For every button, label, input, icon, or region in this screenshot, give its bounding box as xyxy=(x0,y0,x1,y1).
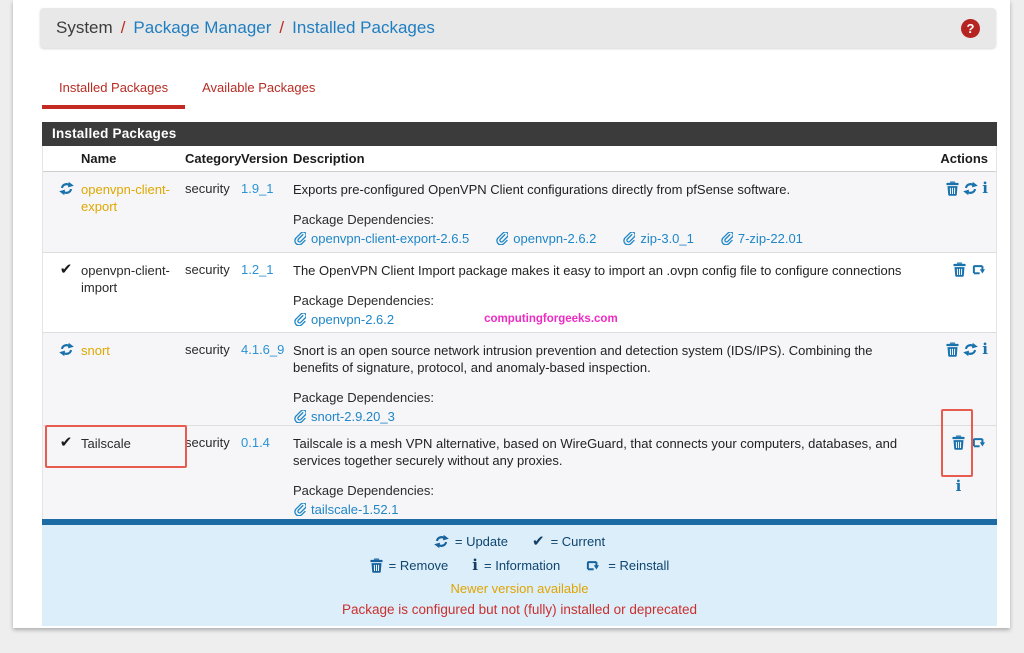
paperclip-icon xyxy=(293,410,306,423)
version-link[interactable]: 0.1.4 xyxy=(241,435,270,450)
panel-title: Installed Packages xyxy=(42,122,997,146)
trash-icon xyxy=(370,558,383,573)
package-category: security xyxy=(185,342,241,425)
column-header-version: Version xyxy=(241,151,293,166)
package-category: security xyxy=(185,435,241,519)
breadcrumb: System / Package Manager / Installed Pac… xyxy=(40,8,996,48)
reinstall-icon[interactable] xyxy=(970,435,988,476)
tab-available-packages[interactable]: Available Packages xyxy=(185,68,332,107)
dependencies-label: Package Dependencies: xyxy=(293,212,912,228)
update-status-icon xyxy=(59,181,74,196)
legend: = Update ✔ = Current = Remove i = Inform… xyxy=(42,525,997,626)
column-header-description: Description xyxy=(293,151,926,166)
legend-update: = Update xyxy=(434,534,508,549)
legend-current: ✔ = Current xyxy=(532,534,605,549)
information-icon[interactable]: i xyxy=(982,181,988,196)
package-description: Tailscale is a mesh VPN alternative, bas… xyxy=(293,435,912,469)
tab-installed-packages[interactable]: Installed Packages xyxy=(42,68,185,107)
legend-reinstall: = Reinstall xyxy=(584,558,669,573)
update-icon[interactable] xyxy=(963,181,978,196)
paperclip-icon xyxy=(293,313,306,326)
breadcrumb-separator: / xyxy=(279,18,284,38)
breadcrumb-system: System xyxy=(56,18,113,38)
update-icon xyxy=(434,534,449,549)
current-status-icon: ✔ xyxy=(60,434,73,451)
package-category: security xyxy=(185,262,241,332)
update-status-icon xyxy=(59,342,74,357)
update-icon[interactable] xyxy=(963,342,978,357)
dependency-link[interactable]: snort-2.9.20_3 xyxy=(293,408,395,425)
help-icon[interactable]: ? xyxy=(961,19,980,38)
remove-icon[interactable] xyxy=(952,435,965,476)
column-header-name: Name xyxy=(81,151,185,166)
remove-icon[interactable] xyxy=(946,181,959,196)
package-name: openvpn-client-import xyxy=(81,262,185,332)
dependency-link[interactable]: openvpn-2.6.2 xyxy=(293,311,394,328)
paperclip-icon xyxy=(720,232,733,245)
dependency-link[interactable]: 7-zip-22.01 xyxy=(720,230,803,247)
package-description: Exports pre-configured OpenVPN Client co… xyxy=(293,181,912,198)
package-description: The OpenVPN Client Import package makes … xyxy=(293,262,912,279)
check-icon: ✔ xyxy=(532,534,545,549)
breadcrumb-installed-packages[interactable]: Installed Packages xyxy=(292,18,435,38)
paperclip-icon xyxy=(495,232,508,245)
version-link[interactable]: 1.2_1 xyxy=(241,262,274,277)
dependency-link[interactable]: zip-3.0_1 xyxy=(622,230,693,247)
current-status-icon: ✔ xyxy=(60,261,73,278)
paperclip-icon xyxy=(293,232,306,245)
paperclip-icon xyxy=(293,503,306,516)
legend-deprecated: Package is configured but not (fully) in… xyxy=(42,599,997,620)
breadcrumb-package-manager[interactable]: Package Manager xyxy=(133,18,271,38)
dependency-link[interactable]: openvpn-2.6.2 xyxy=(495,230,596,247)
info-icon: i xyxy=(472,558,478,573)
column-header-category: Category xyxy=(185,151,241,166)
package-name: Tailscale xyxy=(81,435,185,519)
dependencies-label: Package Dependencies: xyxy=(293,483,912,499)
legend-remove: = Remove xyxy=(370,558,449,573)
table-row-tailscale: ✔ Tailscale security 0.1.4 Tailscale is … xyxy=(43,425,996,519)
package-name: openvpn-client-export xyxy=(81,181,185,252)
reinstall-icon[interactable] xyxy=(970,262,988,277)
column-header-actions: Actions xyxy=(926,151,988,166)
dependency-link[interactable]: openvpn-client-export-2.6.5 xyxy=(293,230,469,247)
table-row-openvpn-client-import: ✔ openvpn-client-import security 1.2_1 T… xyxy=(43,252,996,332)
legend-information: i = Information xyxy=(472,558,560,573)
table-header-row: Name Category Version Description Action… xyxy=(43,146,996,172)
pfsense-page: System / Package Manager / Installed Pac… xyxy=(13,0,1010,628)
paperclip-icon xyxy=(622,232,635,245)
version-link[interactable]: 4.1.6_9 xyxy=(241,342,284,357)
table-row-openvpn-client-export: openvpn-client-export security 1.9_1 Exp… xyxy=(43,172,996,252)
package-category: security xyxy=(185,181,241,252)
remove-icon[interactable] xyxy=(946,342,959,357)
package-description: Snort is an open source network intrusio… xyxy=(293,342,912,376)
watermark: computingforgeeks.com xyxy=(484,311,618,328)
breadcrumb-separator: / xyxy=(121,18,126,38)
information-icon[interactable]: i xyxy=(982,342,988,357)
tab-bar: Installed Packages Available Packages xyxy=(42,68,332,107)
dependencies-label: Package Dependencies: xyxy=(293,390,912,406)
version-link[interactable]: 1.9_1 xyxy=(241,181,274,196)
dependencies-label: Package Dependencies: xyxy=(293,293,912,309)
table-row-snort: snort security 4.1.6_9 Snort is an open … xyxy=(43,332,996,425)
remove-icon[interactable] xyxy=(953,262,966,277)
installed-packages-panel: Installed Packages Name Category Version… xyxy=(42,122,997,626)
information-icon[interactable]: i xyxy=(952,479,965,520)
reinstall-icon xyxy=(584,558,602,573)
legend-newer-version: Newer version available xyxy=(42,578,997,599)
package-name: snort xyxy=(81,342,185,425)
dependency-link[interactable]: tailscale-1.52.1 xyxy=(293,501,398,518)
